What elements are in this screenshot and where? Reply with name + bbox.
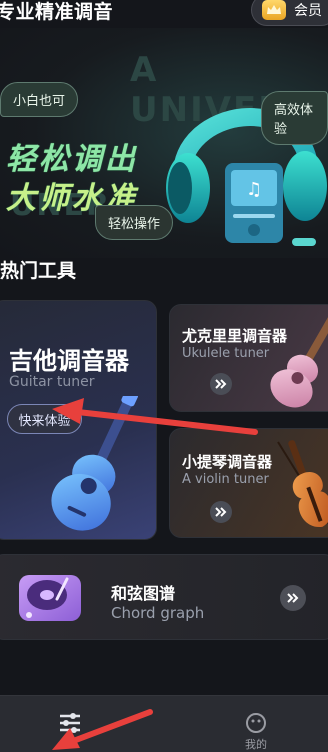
violin-icon xyxy=(277,440,328,527)
turntable-icon xyxy=(19,575,81,621)
tab-home[interactable] xyxy=(58,712,82,738)
svg-text:♫: ♫ xyxy=(246,179,262,200)
hero-bubble-beginner: 小白也可 xyxy=(0,82,79,117)
vip-button[interactable]: 会员 xyxy=(251,0,328,26)
tab-mine[interactable]: 我的 xyxy=(244,712,268,752)
guitar-card-title: 吉他调音器 xyxy=(9,347,129,375)
sliders-icon xyxy=(60,713,80,733)
violin-go-button[interactable] xyxy=(210,501,232,523)
chord-graph-card[interactable]: 和弦图谱 Chord graph xyxy=(0,554,328,640)
chevron-double-right-icon xyxy=(287,593,299,603)
chord-card-subtitle: Chord graph xyxy=(111,604,205,622)
ukulele-card-subtitle: Ukulele tuner xyxy=(182,346,270,361)
hero-bubble-easy: 轻松操作 xyxy=(95,205,174,240)
chevron-double-right-icon xyxy=(215,379,227,389)
vip-label: 会员 xyxy=(294,3,322,19)
violin-card-subtitle: A violin tuner xyxy=(182,472,269,487)
chevron-double-right-icon xyxy=(215,507,227,517)
app-title: 专业精准调音 xyxy=(0,1,114,23)
ukulele-tuner-card[interactable]: 尤克里里调音器 Ukulele tuner xyxy=(169,304,328,412)
try-now-button[interactable]: 快来体验 xyxy=(7,404,82,434)
ukulele-icon xyxy=(270,312,328,408)
ukulele-go-button[interactable] xyxy=(210,373,232,395)
bottom-tab-bar: 我的 xyxy=(0,695,328,752)
section-title: 热门工具 xyxy=(0,260,77,282)
hero-headline-1: 轻松调出 xyxy=(6,142,138,177)
hero-bubble-efficient: 高效体验 xyxy=(261,91,328,145)
guitar-card-subtitle: Guitar tuner xyxy=(9,374,95,390)
crown-icon xyxy=(262,0,286,20)
tab-mine-label: 我的 xyxy=(245,738,267,751)
violin-card-title: 小提琴调音器 xyxy=(182,453,273,471)
smiley-icon xyxy=(246,713,266,733)
chord-go-button[interactable] xyxy=(280,585,306,611)
violin-tuner-card[interactable]: 小提琴调音器 A violin tuner xyxy=(169,428,328,538)
chord-card-title: 和弦图谱 xyxy=(111,584,176,603)
